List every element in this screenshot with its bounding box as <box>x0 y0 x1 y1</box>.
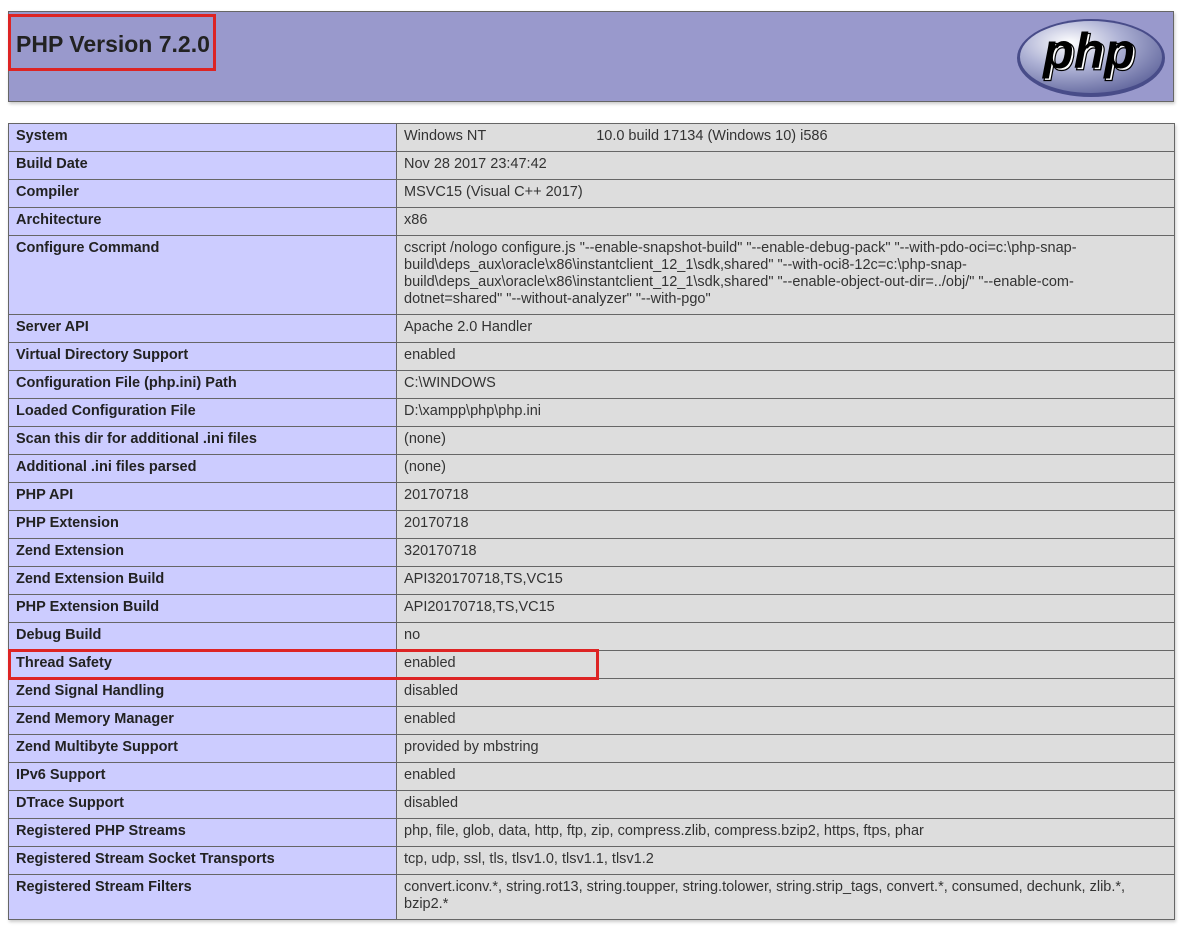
table-row: Scan this dir for additional .ini files … <box>8 426 1175 455</box>
table-row: Loaded Configuration File D:\xampp\php\p… <box>8 398 1175 427</box>
row-value: disabled <box>396 790 1175 819</box>
table-row: Configure Command cscript /nologo config… <box>8 235 1175 315</box>
table-row: Registered PHP Streams php, file, glob, … <box>8 818 1175 847</box>
row-label: Server API <box>8 314 397 343</box>
table-row: DTrace Support disabled <box>8 790 1175 819</box>
row-label: Zend Multibyte Support <box>8 734 397 763</box>
table-row: Registered Stream Socket Transports tcp,… <box>8 846 1175 875</box>
row-label: Virtual Directory Support <box>8 342 397 371</box>
row-value: 20170718 <box>396 510 1175 539</box>
row-value: x86 <box>396 207 1175 236</box>
table-row: Virtual Directory Support enabled <box>8 342 1175 371</box>
row-value: enabled <box>396 706 1175 735</box>
row-label: Zend Memory Manager <box>8 706 397 735</box>
row-label: PHP Extension <box>8 510 397 539</box>
page-title: PHP Version 7.2.0 <box>16 31 210 57</box>
php-logo-text-fill: php <box>1041 23 1135 79</box>
phpinfo-page: PHP Version 7.2.0 php php System Windows… <box>0 0 1184 930</box>
row-label: System <box>8 123 397 152</box>
row-label: Registered Stream Socket Transports <box>8 846 397 875</box>
row-label: Scan this dir for additional .ini files <box>8 426 397 455</box>
table-row: Zend Extension Build API320170718,TS,VC1… <box>8 566 1175 595</box>
row-value: enabled <box>396 342 1175 371</box>
row-value: enabled <box>396 762 1175 791</box>
row-label: Thread Safety <box>8 650 397 679</box>
row-value: API320170718,TS,VC15 <box>396 566 1175 595</box>
row-value: provided by mbstring <box>396 734 1175 763</box>
row-value: 20170718 <box>396 482 1175 511</box>
row-value: (none) <box>396 454 1175 483</box>
row-label: Architecture <box>8 207 397 236</box>
table-row: Server API Apache 2.0 Handler <box>8 314 1175 343</box>
row-label: PHP API <box>8 482 397 511</box>
table-row: System Windows NT 10.0 build 17134 (Windo… <box>8 123 1175 152</box>
row-value: php, file, glob, data, http, ftp, zip, c… <box>396 818 1175 847</box>
table-row: Build Date Nov 28 2017 23:47:42 <box>8 151 1175 180</box>
system-os: Windows NT <box>404 128 487 144</box>
table-row: Additional .ini files parsed (none) <box>8 454 1175 483</box>
row-label: Additional .ini files parsed <box>8 454 397 483</box>
row-value: tcp, udp, ssl, tls, tlsv1.0, tlsv1.1, tl… <box>396 846 1175 875</box>
row-label: Debug Build <box>8 622 397 651</box>
row-label: Registered PHP Streams <box>8 818 397 847</box>
row-label: IPv6 Support <box>8 762 397 791</box>
table-row: Compiler MSVC15 (Visual C++ 2017) <box>8 179 1175 208</box>
row-label: Compiler <box>8 179 397 208</box>
row-label: Zend Extension <box>8 538 397 567</box>
row-label: Build Date <box>8 151 397 180</box>
table-row-thread-safety: Thread Safety enabled <box>8 650 1175 679</box>
row-label: Configuration File (php.ini) Path <box>8 370 397 399</box>
row-value: cscript /nologo configure.js "--enable-s… <box>396 235 1175 315</box>
row-value: C:\WINDOWS <box>396 370 1175 399</box>
row-label: Loaded Configuration File <box>8 398 397 427</box>
php-logo-icon[interactable]: php php <box>1015 17 1167 99</box>
table-row: Configuration File (php.ini) Path C:\WIN… <box>8 370 1175 399</box>
row-label: DTrace Support <box>8 790 397 819</box>
table-row: Zend Extension 320170718 <box>8 538 1175 567</box>
row-value: (none) <box>396 426 1175 455</box>
row-value: MSVC15 (Visual C++ 2017) <box>396 179 1175 208</box>
table-row: Zend Signal Handling disabled <box>8 678 1175 707</box>
info-table: System Windows NT 10.0 build 17134 (Windo… <box>8 123 1175 920</box>
table-row: PHP API 20170718 <box>8 482 1175 511</box>
table-row: Zend Memory Manager enabled <box>8 706 1175 735</box>
row-value: 320170718 <box>396 538 1175 567</box>
table-row: Architecture x86 <box>8 207 1175 236</box>
table-row: IPv6 Support enabled <box>8 762 1175 791</box>
table-row: Debug Build no <box>8 622 1175 651</box>
row-value: no <box>396 622 1175 651</box>
row-value: Apache 2.0 Handler <box>396 314 1175 343</box>
row-value: enabled <box>396 650 1175 679</box>
row-value: Nov 28 2017 23:47:42 <box>396 151 1175 180</box>
row-value: API20170718,TS,VC15 <box>396 594 1175 623</box>
row-label: Zend Extension Build <box>8 566 397 595</box>
table-row: PHP Extension 20170718 <box>8 510 1175 539</box>
row-value: Windows NT 10.0 build 17134 (Windows 10) … <box>396 123 1175 152</box>
table-row: Zend Multibyte Support provided by mbstr… <box>8 734 1175 763</box>
system-build: 10.0 build 17134 (Windows 10) i586 <box>596 128 828 144</box>
phpinfo-header: PHP Version 7.2.0 php php <box>8 11 1174 102</box>
row-label: Configure Command <box>8 235 397 315</box>
row-value: convert.iconv.*, string.rot13, string.to… <box>396 874 1175 920</box>
table-row: PHP Extension Build API20170718,TS,VC15 <box>8 594 1175 623</box>
row-label: Registered Stream Filters <box>8 874 397 920</box>
row-label: PHP Extension Build <box>8 594 397 623</box>
table-row: Registered Stream Filters convert.iconv.… <box>8 874 1175 920</box>
row-label: Zend Signal Handling <box>8 678 397 707</box>
row-value: disabled <box>396 678 1175 707</box>
row-value: D:\xampp\php\php.ini <box>396 398 1175 427</box>
